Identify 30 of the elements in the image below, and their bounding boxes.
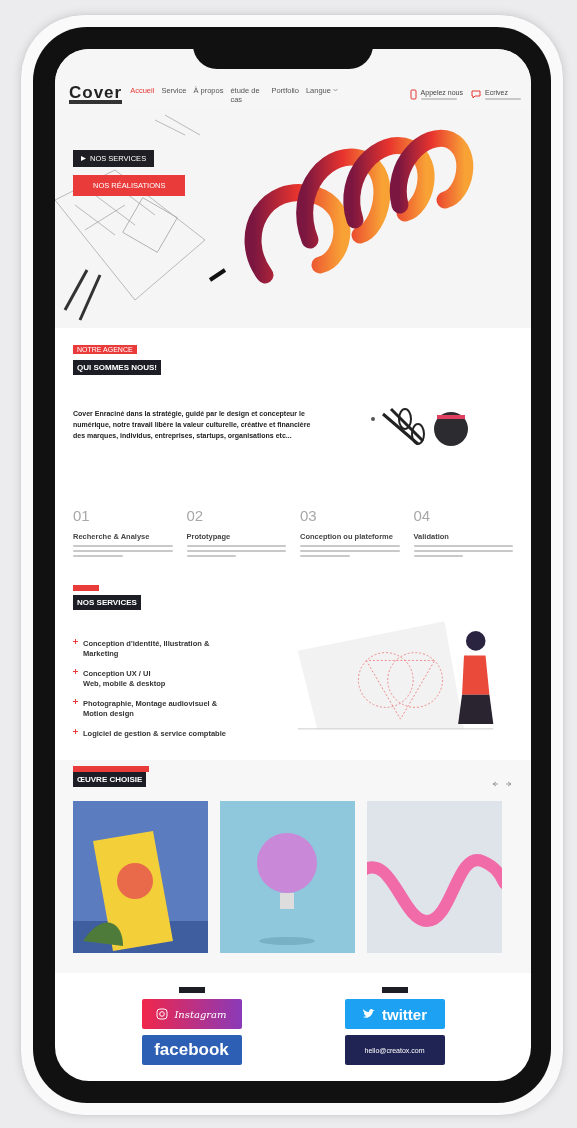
play-icon [81,156,86,161]
plus-icon [73,639,78,644]
text-placeholder-line [413,555,464,557]
text-placeholder-line [73,555,123,557]
step-number: 01 [73,507,91,524]
text-placeholder-line [485,98,521,100]
carousel-arrows-icon[interactable] [491,781,513,787]
label-bar [178,987,205,993]
tag-bar [73,585,99,591]
section-title: QUI SOMMES NOUS! [73,360,161,375]
section-title: NOS SERVICES [73,595,141,610]
facebook-button[interactable]: facebook [141,1035,242,1065]
section-title: ŒUVRE CHOISIE [73,772,147,787]
text-placeholder-line [420,98,457,100]
camera-icon [156,1008,169,1020]
plus-icon [73,669,78,674]
label-bar [381,987,408,993]
plus-icon [73,729,78,734]
caret-icon [332,88,338,92]
instagram-button[interactable]: Instagram [141,999,242,1029]
step-number: 02 [186,507,205,524]
text-placeholder-line [186,555,237,557]
plus-icon [73,699,78,704]
logo[interactable]: Cover [69,85,123,104]
step-number: 03 [300,507,318,524]
text-placeholder-line [300,555,350,557]
bird-icon [362,1008,376,1020]
phone-icon [409,89,417,100]
chat-icon [471,90,481,99]
step-number: 04 [413,507,432,524]
